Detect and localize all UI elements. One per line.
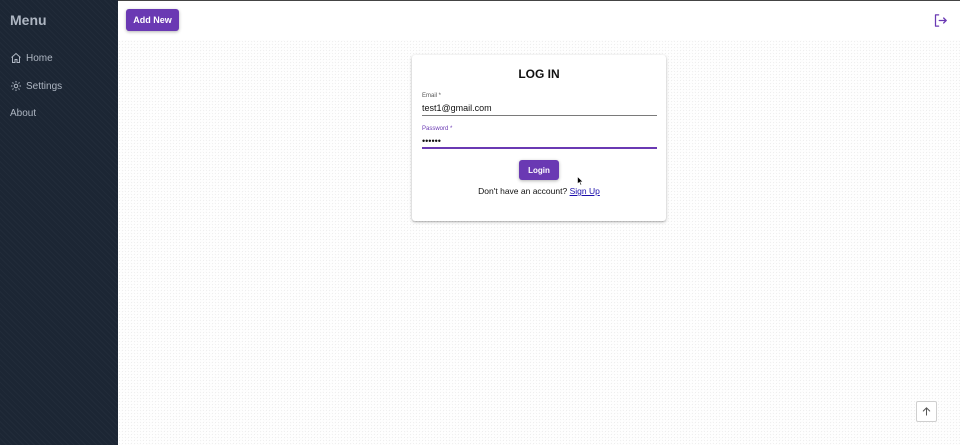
sidebar-item-home[interactable]: Home [10,49,53,67]
main-content: LOG IN Email * Password * Login Don't ha… [118,40,960,445]
signup-link[interactable]: Sign Up [570,186,600,196]
sidebar: Menu Home Settings About [0,0,118,445]
arrow-up-icon [922,407,931,416]
password-field-group: Password * [422,126,657,149]
signup-prompt: Don't have an account? [478,186,568,196]
top-bar: Add New [118,0,960,40]
email-field-group: Email * [422,93,657,116]
login-button[interactable]: Login [519,160,559,180]
add-new-button[interactable]: Add New [126,9,179,31]
signup-row: Don't have an account? Sign Up [412,186,666,196]
gear-icon [11,81,21,91]
login-title: LOG IN [518,67,560,81]
sidebar-item-label: About [10,107,37,119]
home-icon [11,52,21,63]
mouse-cursor-icon [577,176,584,186]
login-card: LOG IN Email * Password * Login Don't ha… [412,55,666,221]
sidebar-item-settings[interactable]: Settings [10,77,62,95]
sidebar-item-label: Settings [26,80,63,92]
email-label: Email * [422,93,442,99]
email-field[interactable] [422,101,657,116]
password-field[interactable] [422,134,657,149]
sidebar-item-label: Home [26,52,53,64]
sidebar-item-about[interactable]: About [10,104,36,122]
logout-icon[interactable] [933,13,948,28]
sidebar-title: Menu [10,12,47,28]
password-label: Password * [422,126,453,132]
scroll-to-top-button[interactable] [916,401,937,422]
